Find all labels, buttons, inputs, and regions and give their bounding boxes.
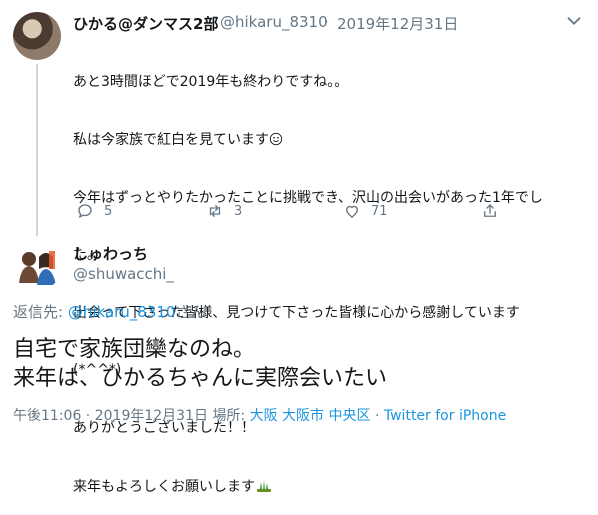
- parent-author-handle[interactable]: @hikaru_8310: [220, 13, 328, 31]
- parent-text-line: 来年もよろしくお願いします: [73, 477, 573, 496]
- reply-text-line: 自宅で家族団欒なのね。: [13, 337, 256, 362]
- reply-icon: [78, 204, 92, 218]
- reply-tweet-text: 自宅で家族団欒なのね。 来年は、ひかるちゃんに実際会いたい: [13, 335, 387, 393]
- plant-emoji-icon: [257, 479, 271, 492]
- parent-author-name[interactable]: ひかる@ダンマス2部: [73, 13, 218, 34]
- reply-count: 5: [104, 203, 113, 219]
- parent-meta-separator: ·: [324, 13, 329, 31]
- thread-connector-line: [36, 64, 38, 236]
- share-button[interactable]: [481, 202, 499, 220]
- like-icon: [346, 205, 358, 218]
- reply-author-name[interactable]: しゅわっち: [73, 243, 148, 264]
- replying-to: 返信先: @hikaru_8310さん: [13, 303, 206, 321]
- reply-button[interactable]: 5: [76, 202, 112, 220]
- reply-time[interactable]: 午後11:06: [13, 408, 81, 424]
- parent-avatar[interactable]: [13, 12, 61, 60]
- smile-emoji-icon: [269, 132, 283, 146]
- parent-date[interactable]: 2019年12月31日: [337, 13, 458, 34]
- like-button[interactable]: 71: [343, 202, 388, 220]
- share-icon: [484, 204, 496, 217]
- reply-date[interactable]: 2019年12月31日: [95, 408, 208, 424]
- reply-avatar[interactable]: [13, 243, 61, 291]
- reply-text-line: 来年は、ひかるちゃんに実際会いたい: [13, 366, 388, 391]
- parent-text-line: 私は今家族で紅白を見ています: [73, 131, 573, 150]
- retweet-count: 3: [234, 203, 243, 219]
- reply-meta: 午後11:06 · 2019年12月31日 場所: 大阪 大阪市 中央区 · T…: [13, 408, 507, 424]
- chevron-down-icon[interactable]: [563, 10, 585, 32]
- reply-to-mention-link[interactable]: @hikaru_8310: [68, 303, 176, 321]
- location-link[interactable]: 大阪 大阪市 中央区: [250, 408, 371, 424]
- retweet-icon: [209, 205, 221, 217]
- reply-author-handle[interactable]: @shuwacchi_: [73, 265, 174, 283]
- parent-text-line: あと3時間ほどで2019年も終わりですね。。: [73, 74, 349, 91]
- retweet-button[interactable]: 3: [206, 202, 242, 220]
- source-link[interactable]: Twitter for iPhone: [384, 408, 506, 424]
- like-count: 71: [371, 203, 388, 219]
